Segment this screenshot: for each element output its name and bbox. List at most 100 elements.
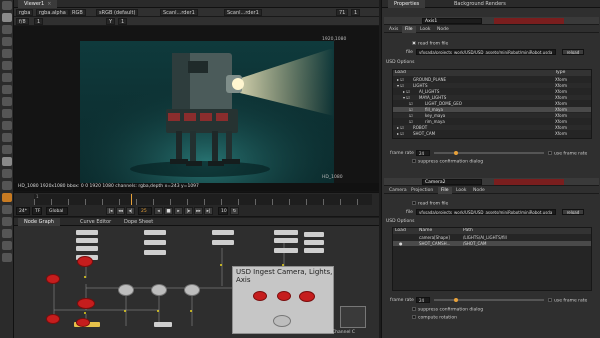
graph-node[interactable] [76,246,98,251]
keyer-tool-icon[interactable] [2,97,12,106]
tab-projection[interactable]: Projection [408,187,436,194]
current-frame-field[interactable]: 25 [138,207,152,215]
node-dot[interactable] [84,276,86,278]
filter-tool-icon[interactable] [2,85,12,94]
table-row[interactable]: ● SHOT_CAMSH.../SHOT_CAM [393,241,591,246]
misc-tool-icon[interactable] [2,241,12,250]
graph-node[interactable] [304,240,324,245]
reload-button[interactable]: reload [562,49,584,55]
usd-tree[interactable]: Load Type ▸ ☑ GROUND_PLANE Xform ▾ ☑ LIGHTS… [392,69,592,139]
graph-node-gray[interactable] [151,284,167,296]
frame-rate-slider[interactable] [434,152,544,154]
tab-look[interactable]: Look [453,187,470,194]
play-backward-button[interactable]: ◂ [154,207,163,215]
frame-rate-field[interactable]: 24 [416,150,430,156]
minimap[interactable] [340,306,366,328]
checkbox-box[interactable] [548,298,552,302]
graph-node-gray[interactable] [273,315,291,327]
tab-axis[interactable]: Axis [386,26,401,33]
view-tool-icon[interactable] [2,145,12,154]
graph-node-red[interactable] [76,318,90,327]
gamma-field[interactable]: 1 [118,18,128,25]
tab-file[interactable]: File [402,26,416,33]
plugin-tool-icon[interactable] [2,229,12,238]
input-a-dropdown[interactable]: Scanl...rder1 [160,9,198,16]
use-frame-rate-checkbox[interactable]: use frame rate [548,298,587,304]
graph-node[interactable] [144,240,166,245]
tree-row[interactable]: ▾ ☑ LIGHTS Xform [393,83,591,88]
suppress-checkbox[interactable]: suppress confirmation dialog [412,159,483,165]
close-icon[interactable]: × [47,1,51,7]
checkbox-box[interactable] [412,41,416,45]
tree-row[interactable]: ☑ key_maya Xform [393,113,591,118]
last-frame-button[interactable]: ▸| [204,207,213,215]
graph-node[interactable] [76,230,98,235]
scope-dropdown[interactable]: Global [46,207,68,215]
graph-node[interactable] [274,248,298,253]
tab-file[interactable]: File [438,187,452,194]
file-path-field[interactable]: vfxsada/projects_work/USD/USD_assets/min… [416,49,556,55]
compute-rotation-checkbox[interactable]: compute rotation [412,315,457,321]
pointer-tool-icon[interactable] [2,1,12,10]
backdrop-node[interactable]: USD Ingest Camera, Lights, Axis [232,266,334,334]
node-dot[interactable] [220,264,222,266]
viewer-image[interactable] [80,41,334,184]
image-tool-icon[interactable] [2,25,12,34]
first-frame-button[interactable]: |◂ [106,207,115,215]
checkbox-box[interactable] [412,159,416,163]
graph-node-red[interactable] [77,298,95,309]
tree-row[interactable]: ☑ rim_maya Xform [393,119,591,124]
frame-rate-slider[interactable] [434,299,544,301]
input-b-dropdown[interactable]: Scanl...rder1 [224,9,262,16]
graph-node[interactable] [144,250,166,255]
playhead[interactable] [131,194,132,205]
node-graph-panel[interactable]: Node Graph Curve Editor Dope Sheet USD I… [14,218,379,338]
furnace-tool-icon[interactable] [2,217,12,226]
node-dot[interactable] [190,310,192,312]
prev-keyframe-button[interactable]: ◂◂ [116,207,125,215]
paint-tool-icon[interactable] [2,13,12,22]
usd-camera-table[interactable]: Load Name Path camera[Shape] /LIGHTS/AI_L… [392,227,592,291]
zoom-field[interactable]: 71 [336,9,349,16]
tree-row[interactable]: ▾ ☑ MAYA_LIGHTS Xform [393,95,591,100]
time-tool-icon[interactable] [2,49,12,58]
tab-look[interactable]: Look [417,26,434,33]
tree-row[interactable]: ☑ LIGHT_DOME_GEO Xform [393,101,591,106]
settings-tool-icon[interactable] [2,253,12,262]
deep-tool-icon[interactable] [2,181,12,190]
graph-node-red[interactable] [46,314,60,324]
draw-tool-icon[interactable] [2,37,12,46]
display-dropdown[interactable]: RGB [69,9,86,16]
tab-node[interactable]: Node [434,26,452,33]
use-frame-rate-checkbox[interactable]: use frame rate [548,151,587,157]
reload-button[interactable]: reload [562,209,584,215]
frame-rate-slider-knob[interactable] [454,151,458,155]
fstop-field[interactable]: f/8 [16,18,29,25]
tree-row[interactable]: ▸ ☑ AI_LIGHTS Xform [393,89,591,94]
graph-node[interactable] [274,230,298,235]
graph-node-red[interactable] [299,291,315,302]
tab-properties[interactable]: Properties [388,0,426,8]
stop-button[interactable]: ■ [164,207,173,215]
graph-node[interactable] [76,238,98,243]
node-name-field[interactable]: Axis1 [422,18,482,24]
checkbox-box[interactable] [412,307,416,311]
table-row[interactable]: camera[Shape] /LIGHTS/AI_LIGHTS/fill [393,235,591,240]
tree-row[interactable]: ▸ ☑ ROBOT Xform [393,125,591,130]
graph-node[interactable] [154,322,172,327]
read-from-file-checkbox[interactable]: read from file [412,201,448,207]
next-keyframe-button[interactable]: ▸▸ [194,207,203,215]
graph-node[interactable] [212,240,234,245]
graph-node[interactable] [304,248,324,253]
graph-node-red[interactable] [77,256,93,267]
channel-tool-icon[interactable] [2,61,12,70]
proxy-field[interactable]: 1 [351,9,361,16]
tab-node[interactable]: Node [470,187,488,194]
graph-node-red[interactable] [46,274,60,284]
tab-camera[interactable]: Camera [386,187,410,194]
checkbox-box[interactable] [548,151,552,155]
next-frame-button[interactable]: |▸ [184,207,193,215]
checkbox-box[interactable] [412,201,416,205]
graph-node[interactable] [274,238,298,243]
gain-field[interactable]: 1 [34,18,44,25]
